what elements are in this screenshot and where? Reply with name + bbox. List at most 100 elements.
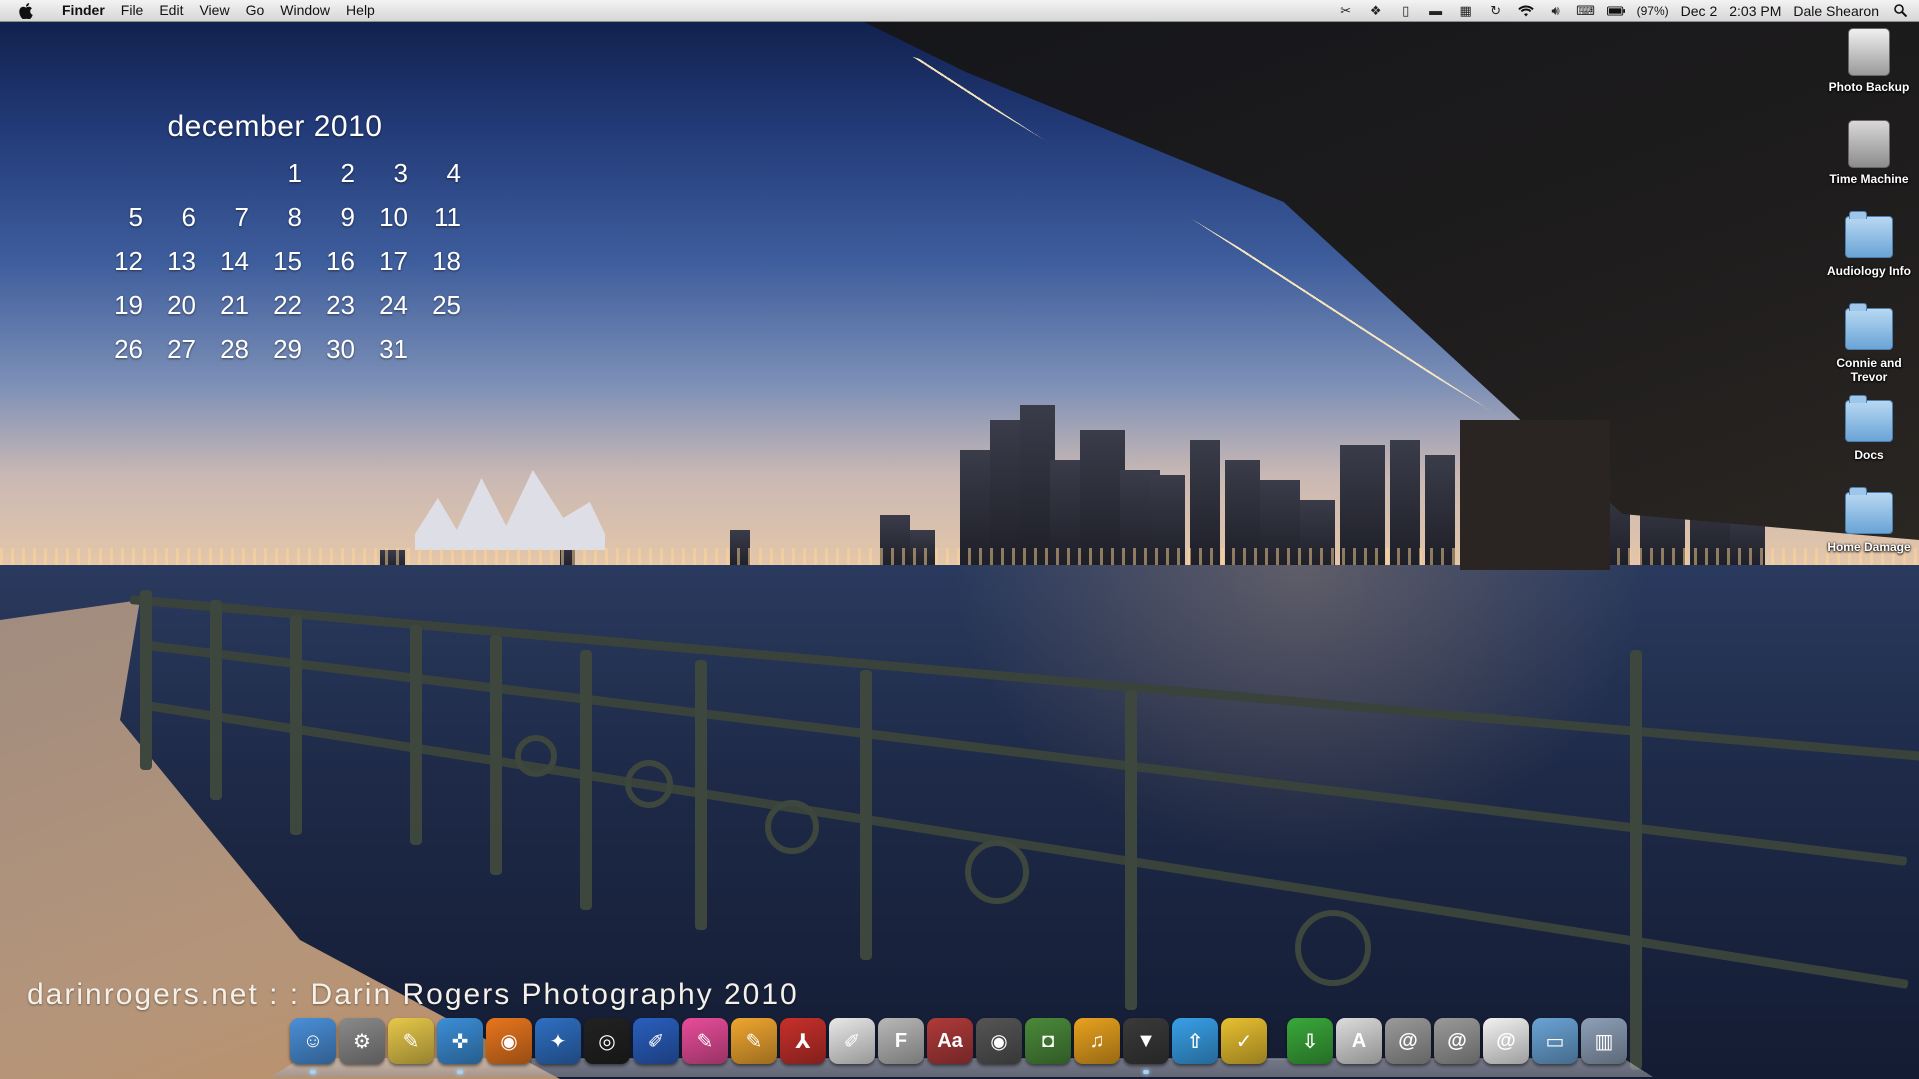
desktop-icon[interactable]: Time Machine [1819, 120, 1919, 186]
acrobat-icon-glyph: ⅄ [795, 1030, 811, 1053]
sketch-pen-icon[interactable]: ✎ [682, 1018, 728, 1064]
fence-post [290, 615, 302, 835]
desktop-icon[interactable]: Photo Backup [1819, 28, 1919, 94]
menu-finder[interactable]: Finder [54, 0, 113, 21]
desktop-icon[interactable]: Audiology Info [1819, 211, 1919, 278]
iphoto-icon[interactable]: ◘ [1025, 1018, 1071, 1064]
calendar-day: 2 [340, 158, 355, 188]
desktop-icon[interactable]: Docs [1819, 395, 1919, 462]
dropbox-icon[interactable]: ❖ [1367, 3, 1385, 18]
volume-icon[interactable]: 🔊︎ [1547, 3, 1565, 18]
calendar-day: 24 [379, 290, 408, 320]
menu-bar: Finder File Edit View Go Window Help ✂ ❖… [0, 0, 1919, 22]
folder-icon [1845, 487, 1893, 534]
desktop-icon-label: Docs [1854, 448, 1884, 462]
desktop-icon[interactable]: Connie and Trevor [1819, 303, 1919, 384]
calendar-day: 9 [340, 202, 355, 232]
keyboard-input-icon[interactable]: ⌨ [1576, 3, 1595, 18]
menu-window[interactable]: Window [272, 0, 338, 21]
http-document-icon-glyph: @ [1496, 1029, 1516, 1052]
calendar-widget[interactable]: december 2010 1 2 3 4 5 6 7 8 9 10 11 12 13 14 15 16 17 1… [90, 110, 461, 366]
font-book-icon[interactable]: F [878, 1018, 924, 1064]
mail-stack-2-icon[interactable]: @ [1434, 1018, 1480, 1064]
menu-help[interactable]: Help [338, 0, 383, 21]
firefox-icon[interactable]: ◉ [486, 1018, 532, 1064]
fence-post [860, 670, 872, 960]
system-preferences-icon[interactable]: ⚙ [339, 1018, 385, 1064]
calendar-day: 6 [181, 202, 196, 232]
dvd-player-icon[interactable]: ◉ [976, 1018, 1022, 1064]
system-preferences-icon-glyph: ⚙ [353, 1030, 371, 1053]
upload-icon[interactable]: ⇧ [1172, 1018, 1218, 1064]
trash-icon[interactable]: ▥ [1581, 1018, 1627, 1064]
fence-post [210, 600, 222, 800]
pages-pen-icon[interactable]: ✎ [731, 1018, 777, 1064]
time-machine-icon[interactable]: ↻ [1487, 3, 1505, 18]
documents-folder-icon[interactable]: ▭ [1532, 1018, 1578, 1064]
menu-go[interactable]: Go [238, 0, 273, 21]
ticket-icon-glyph: ✓ [1235, 1030, 1253, 1053]
spotlight-icon[interactable] [1891, 4, 1909, 18]
network-utility-icon[interactable]: ✦ [535, 1018, 581, 1064]
http-document-icon[interactable]: @ [1483, 1018, 1529, 1064]
stickies-icon[interactable]: ✎ [388, 1018, 434, 1064]
textedit-icon-glyph: ✐ [843, 1030, 861, 1053]
calendar-day: 13 [167, 246, 196, 276]
aperture-icon[interactable]: ◎ [584, 1018, 630, 1064]
acrobat-icon[interactable]: ⅄ [780, 1018, 826, 1064]
app-store-icon[interactable]: A [1336, 1018, 1382, 1064]
fence-post [695, 660, 707, 930]
calendar-blank-cell [143, 156, 196, 190]
desktop-icon[interactable]: Home Damage [1819, 487, 1919, 554]
menu-view[interactable]: View [191, 0, 237, 21]
calendar-day: 20 [167, 290, 196, 320]
battery-icon[interactable] [1606, 4, 1625, 18]
menu-file[interactable]: File [113, 0, 152, 21]
dock: ☺ ⚙ ✎ ✜ ◉ ✦ ◎ ✐ ✎ ✎ ⅄ ✐ F Aa ◉ ◘ ♫ ▼ ⇧ ✓ ⇩ A @ @ @ ▭ ▥ [270, 1012, 1654, 1079]
grid-icon[interactable]: ▦ [1457, 3, 1475, 18]
fence-post [1125, 690, 1137, 1010]
tuxedo-icon[interactable]: ▼ [1123, 1018, 1169, 1074]
pages-pen-icon-glyph: ✎ [745, 1030, 763, 1053]
calendar-day: 1 [287, 158, 302, 188]
apple-icon[interactable] [18, 2, 34, 20]
scissors-icon[interactable]: ✂ [1337, 3, 1355, 18]
fence-post [410, 625, 422, 845]
download-icon[interactable]: ⇩ [1287, 1018, 1333, 1064]
safari-icon[interactable]: ✜ [437, 1018, 483, 1074]
itunes-icon[interactable]: ♫ [1074, 1018, 1120, 1064]
menu-edit[interactable]: Edit [151, 0, 191, 21]
mail-stack-icon[interactable]: @ [1385, 1018, 1431, 1064]
menubar-time[interactable]: 2:03 PM [1729, 3, 1781, 19]
menubar-date[interactable]: Dec 2 [1681, 3, 1718, 19]
desktop-icon-label: Home Damage [1827, 540, 1911, 554]
fast-user-switch-name[interactable]: Dale Shearon [1793, 3, 1879, 19]
document-icon[interactable]: ▯ [1397, 3, 1415, 18]
textedit-icon[interactable]: ✐ [829, 1018, 875, 1064]
font-book-icon-glyph: F [894, 1029, 908, 1052]
aperture-icon-glyph: ◎ [598, 1030, 616, 1053]
running-indicator [457, 1070, 463, 1074]
ticket-icon[interactable]: ✓ [1221, 1018, 1267, 1064]
xcode-icon-glyph: ✐ [647, 1030, 665, 1053]
calendar-day: 18 [432, 246, 461, 276]
calendar-day: 3 [393, 158, 408, 188]
calendar-blank-cell [196, 156, 249, 190]
calendar-day: 4 [446, 158, 461, 188]
finder-icon[interactable]: ☺ [290, 1018, 336, 1074]
xcode-icon[interactable]: ✐ [633, 1018, 679, 1064]
monitor-icon[interactable]: ▬ [1427, 3, 1445, 18]
wallpaper-credit: darinrogers.net : : Darin Rogers Photogr… [27, 978, 799, 1011]
battery-percentage: (97%) [1636, 3, 1669, 18]
trash-icon-glyph: ▥ [1594, 1030, 1614, 1053]
dictionary-icon[interactable]: Aa [927, 1018, 973, 1064]
tuxedo-icon-glyph: ▼ [1136, 1029, 1156, 1052]
wifi-icon[interactable] [1517, 4, 1535, 18]
calendar-day: 25 [432, 290, 461, 320]
firefox-icon-glyph: ◉ [500, 1030, 518, 1053]
desktop-icon-label: Time Machine [1829, 172, 1909, 186]
mail-stack-icon-glyph: @ [1398, 1029, 1418, 1052]
calendar-day: 27 [167, 334, 196, 364]
calendar-day: 11 [434, 202, 461, 232]
desktop-icon-label: Photo Backup [1828, 80, 1910, 94]
